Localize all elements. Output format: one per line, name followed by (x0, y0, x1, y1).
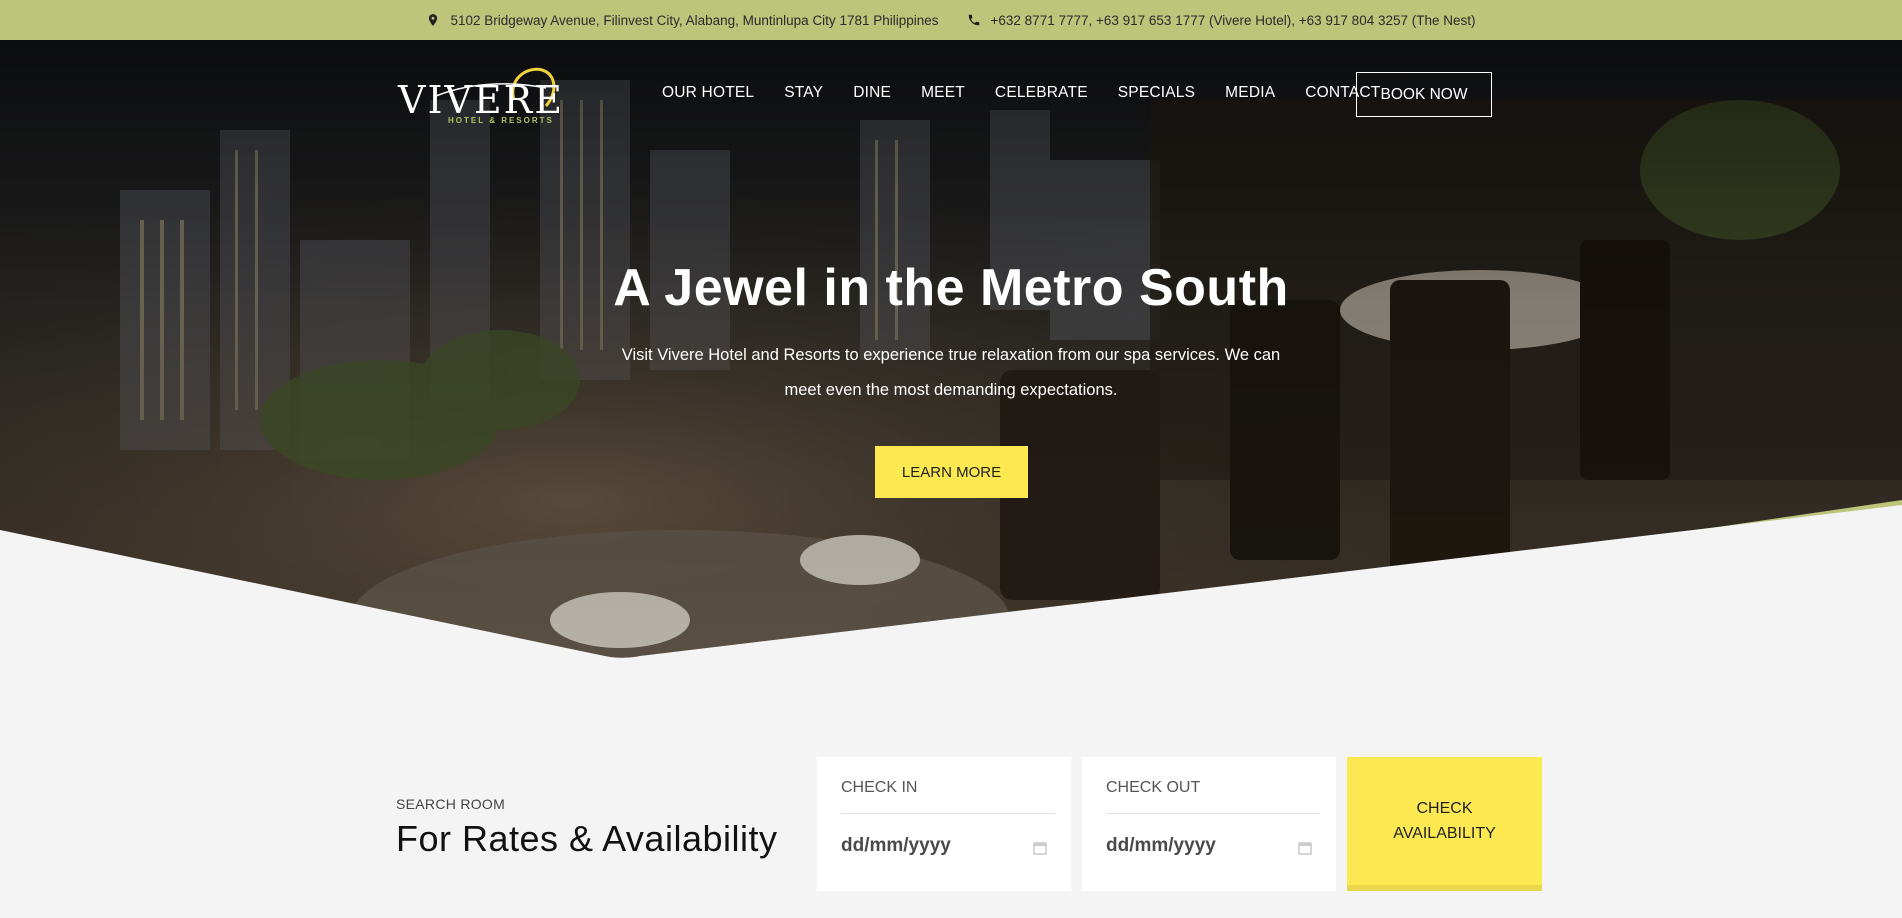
calendar-icon[interactable] (1033, 841, 1047, 855)
address-info: 5102 Bridgeway Avenue, Filinvest City, A… (426, 12, 939, 28)
check-in-label: CHECK IN (841, 779, 918, 796)
search-room-kicker: SEARCH ROOM (396, 796, 506, 812)
check-in-input[interactable] (841, 835, 991, 857)
nav-specials[interactable]: SPECIALS (1118, 84, 1195, 102)
check-out-input[interactable] (1106, 835, 1256, 857)
hero-title: A Jewel in the Metro South (613, 259, 1289, 317)
check-in-box: CHECK IN (817, 757, 1071, 891)
book-now-button[interactable]: BOOK NOW (1356, 72, 1492, 117)
field-divider (1106, 813, 1320, 814)
phone-icon (968, 14, 979, 26)
learn-more-button[interactable]: LEARN MORE (875, 446, 1028, 498)
nav-dine[interactable]: DINE (853, 84, 891, 102)
vivere-logo[interactable]: VIVERE HOTEL & RESORTS (396, 60, 562, 126)
map-pin-icon (429, 14, 438, 26)
address-text: 5102 Bridgeway Avenue, Filinvest City, A… (450, 12, 939, 28)
check-availability-label: CHECK AVAILABILITY (1393, 800, 1496, 842)
top-info-bar: 5102 Bridgeway Avenue, Filinvest City, A… (0, 0, 1902, 40)
nav-our-hotel[interactable]: OUR HOTEL (662, 84, 754, 102)
phone-numbers-text[interactable]: +632 8771 7777, +63 917 653 1777 (Vivere… (991, 13, 1476, 28)
nav-media[interactable]: MEDIA (1225, 84, 1275, 102)
site-header: VIVERE HOTEL & RESORTS OUR HOTEL STAY DI… (0, 40, 1902, 148)
nav-celebrate[interactable]: CELEBRATE (995, 84, 1088, 102)
search-room-heading: For Rates & Availability (396, 818, 778, 859)
check-out-box: CHECK OUT (1082, 757, 1336, 891)
check-availability-button[interactable]: CHECK AVAILABILITY (1347, 757, 1542, 891)
hero-description: Visit Vivere Hotel and Resorts to experi… (621, 346, 1281, 399)
phone-info: +632 8771 7777, +63 917 653 1777 (Vivere… (967, 13, 1476, 28)
main-nav: OUR HOTEL STAY DINE MEET CELEBRATE SPECI… (662, 84, 1410, 102)
field-divider (841, 813, 1055, 814)
calendar-icon[interactable] (1298, 841, 1312, 855)
nav-meet[interactable]: MEET (921, 84, 965, 102)
check-out-label: CHECK OUT (1106, 779, 1201, 796)
logo-tagline: HOTEL & RESORTS (448, 116, 554, 125)
nav-stay[interactable]: STAY (784, 84, 823, 102)
